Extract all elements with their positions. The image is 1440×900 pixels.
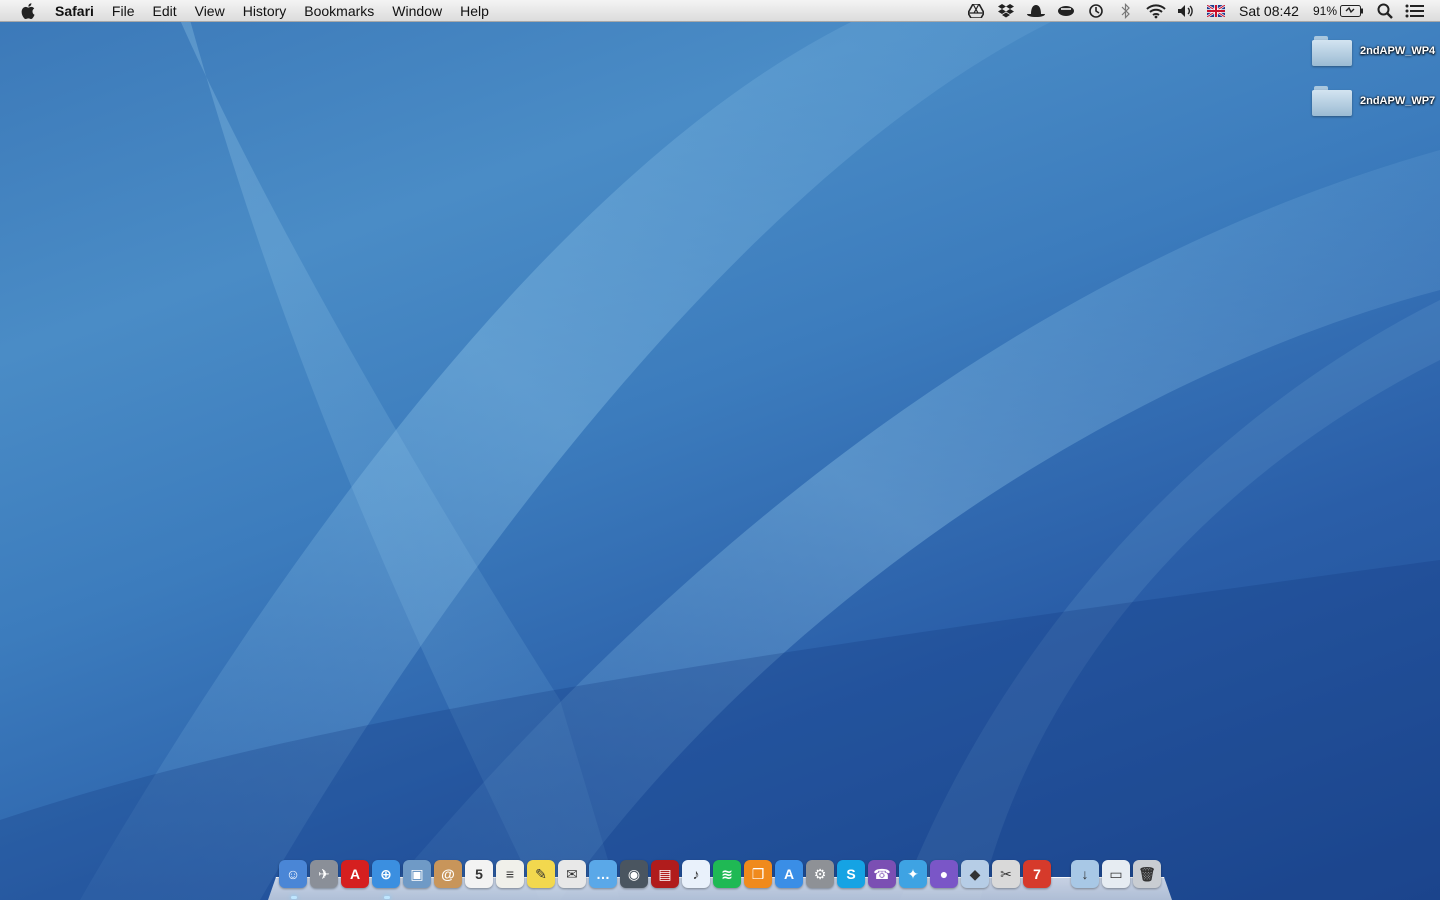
launchpad-icon[interactable]: ✈ — [310, 860, 338, 888]
menu-view[interactable]: View — [186, 0, 234, 22]
desktop-folder-label: 2ndAPW_WP7 — [1360, 95, 1436, 107]
notes-icon[interactable]: ✎ — [527, 860, 555, 888]
messages-icon[interactable]: … — [589, 860, 617, 888]
system-preferences-icon[interactable]: ⚙ — [806, 860, 834, 888]
dock-separator — [1054, 860, 1068, 888]
mail-icon[interactable]: ✉ — [558, 860, 586, 888]
desktop-folder-label: 2ndAPW_WP4 — [1360, 45, 1436, 57]
calendar-icon[interactable]: 5 — [465, 860, 493, 888]
orb-icon[interactable]: ● — [930, 860, 958, 888]
time-machine-icon[interactable] — [1081, 0, 1111, 22]
screen-sharing-icon[interactable]: ▭ — [1102, 860, 1130, 888]
battery-status[interactable]: 91% — [1307, 4, 1370, 18]
itunes-icon[interactable]: ♪ — [682, 860, 710, 888]
viber-icon[interactable]: ☎ — [868, 860, 896, 888]
finder-icon[interactable]: ☺ — [279, 860, 307, 888]
uk-flag-icon[interactable] — [1201, 0, 1231, 22]
google-drive-icon[interactable] — [961, 0, 991, 22]
twitter-icon[interactable]: ✦ — [899, 860, 927, 888]
skype-icon[interactable]: S — [837, 860, 865, 888]
hat-icon[interactable] — [1021, 0, 1051, 22]
app-store-icon[interactable]: A — [775, 860, 803, 888]
dropbox-icon[interactable] — [991, 0, 1021, 22]
menu-bookmarks[interactable]: Bookmarks — [295, 0, 383, 22]
ibooks-icon[interactable]: ❒ — [744, 860, 772, 888]
battery-percent: 91% — [1312, 4, 1337, 18]
running-indicator — [291, 896, 297, 899]
clock[interactable]: Sat 08:42 — [1231, 3, 1307, 19]
menu-file[interactable]: File — [103, 0, 144, 22]
bluetooth-icon[interactable] — [1111, 0, 1141, 22]
downloads-folder-icon[interactable]: ↓ — [1071, 860, 1099, 888]
menu-window[interactable]: Window — [383, 0, 451, 22]
acrobat-icon[interactable]: A — [341, 860, 369, 888]
fantastical-icon[interactable]: 7 — [1023, 860, 1051, 888]
menu-edit[interactable]: Edit — [143, 0, 185, 22]
volume-icon[interactable] — [1171, 0, 1201, 22]
desktop-folder-wp4[interactable]: 2ndAPW_WP4 — [1312, 36, 1435, 66]
spotlight-search-icon[interactable] — [1370, 0, 1400, 22]
apple-menu-icon[interactable] — [18, 0, 38, 22]
wifi-icon[interactable] — [1141, 0, 1171, 22]
facetime-icon[interactable]: ◉ — [620, 860, 648, 888]
trash-icon[interactable]: 🗑 — [1133, 860, 1161, 888]
desktop-folder-wp7[interactable]: 2ndAPW_WP7 — [1312, 86, 1435, 116]
script-editor-icon[interactable]: ✂ — [992, 860, 1020, 888]
notification-center-icon[interactable] — [1400, 0, 1430, 22]
battery-icon — [1340, 5, 1363, 17]
box-icon[interactable]: ◆ — [961, 860, 989, 888]
dock: ☺ ✈ A ⊕ ▣ @5 ≡ ✎ ✉… ◉ ▤ ♪ ≋ ❒ A ⚙ S ☎ ✦ ● ◆ ✂ 7 ↓ ▭ 🗑 — [279, 860, 1161, 888]
running-indicator — [384, 896, 390, 899]
spotify-icon[interactable]: ≋ — [713, 860, 741, 888]
preview-icon[interactable]: ▣ — [403, 860, 431, 888]
desktop-wallpaper — [0, 0, 1440, 900]
contacts-icon[interactable]: @ — [434, 860, 462, 888]
safari-icon[interactable]: ⊕ — [372, 860, 400, 888]
folder-icon — [1312, 86, 1352, 116]
menu-help[interactable]: Help — [451, 0, 498, 22]
menu-bar: Safari File Edit View History Bookmarks … — [0, 0, 1440, 22]
menu-history[interactable]: History — [234, 0, 296, 22]
coffee-icon[interactable] — [1051, 0, 1081, 22]
menu-app-name[interactable]: Safari — [46, 0, 103, 22]
folder-icon — [1312, 36, 1352, 66]
textedit-icon[interactable]: ≡ — [496, 860, 524, 888]
photo-booth-icon[interactable]: ▤ — [651, 860, 679, 888]
